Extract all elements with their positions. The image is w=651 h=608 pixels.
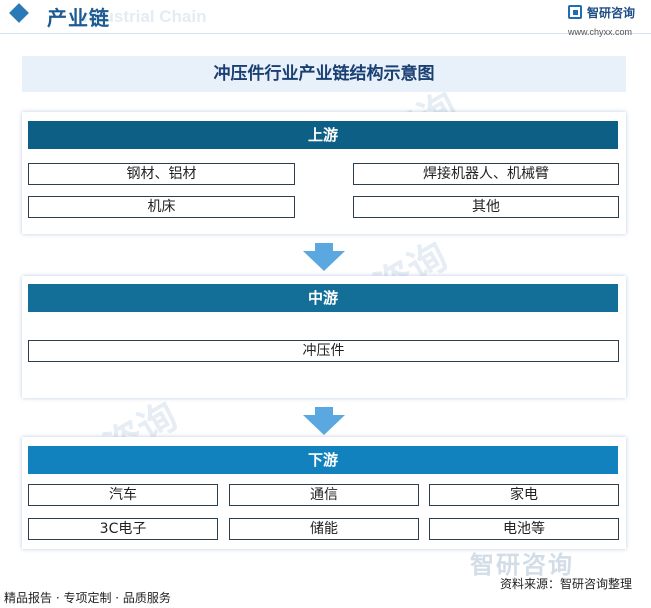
downstream-panel: 下游 汽车 通信 家电 3C电子 储能 电池等 — [22, 437, 626, 549]
brand-url: www.chyxx.com — [568, 27, 633, 37]
upstream-panel: 上游 钢材、铝材 焊接机器人、机械臂 机床 其他 — [22, 112, 626, 234]
brand-name: 智研咨询 — [587, 6, 636, 20]
downstream-band: 下游 — [28, 446, 618, 474]
header-divider — [0, 33, 651, 34]
upstream-item: 机床 — [28, 196, 295, 218]
page-title: 产业链 — [47, 6, 110, 30]
diagram-title: 冲压件行业产业链结构示意图 — [22, 56, 626, 92]
downstream-item: 通信 — [229, 484, 419, 506]
downstream-item: 汽车 — [28, 484, 218, 506]
upstream-item: 焊接机器人、机械臂 — [353, 163, 619, 185]
zhiyan-logo-icon — [568, 5, 582, 19]
brand-logo: 智研咨询 www.chyxx.com — [568, 5, 648, 39]
downstream-item: 电池等 — [429, 518, 619, 540]
upstream-band: 上游 — [28, 121, 618, 149]
down-arrow-icon — [303, 407, 345, 435]
midstream-panel: 中游 冲压件 — [22, 276, 626, 398]
upstream-item: 钢材、铝材 — [28, 163, 295, 185]
page-header: Industrial Chain 产业链 — [0, 0, 651, 34]
downstream-item: 家电 — [429, 484, 619, 506]
upstream-item: 其他 — [353, 196, 619, 218]
diamond-icon — [9, 3, 29, 23]
down-arrow-icon — [303, 243, 345, 271]
midstream-band: 中游 — [28, 284, 618, 312]
midstream-item: 冲压件 — [28, 340, 619, 362]
footer-slogan: 精品报告 · 专项定制 · 品质服务 — [4, 591, 171, 605]
source-note: 资料来源：智研咨询整理 — [500, 577, 633, 591]
downstream-item: 储能 — [229, 518, 419, 540]
downstream-item: 3C电子 — [28, 518, 218, 540]
